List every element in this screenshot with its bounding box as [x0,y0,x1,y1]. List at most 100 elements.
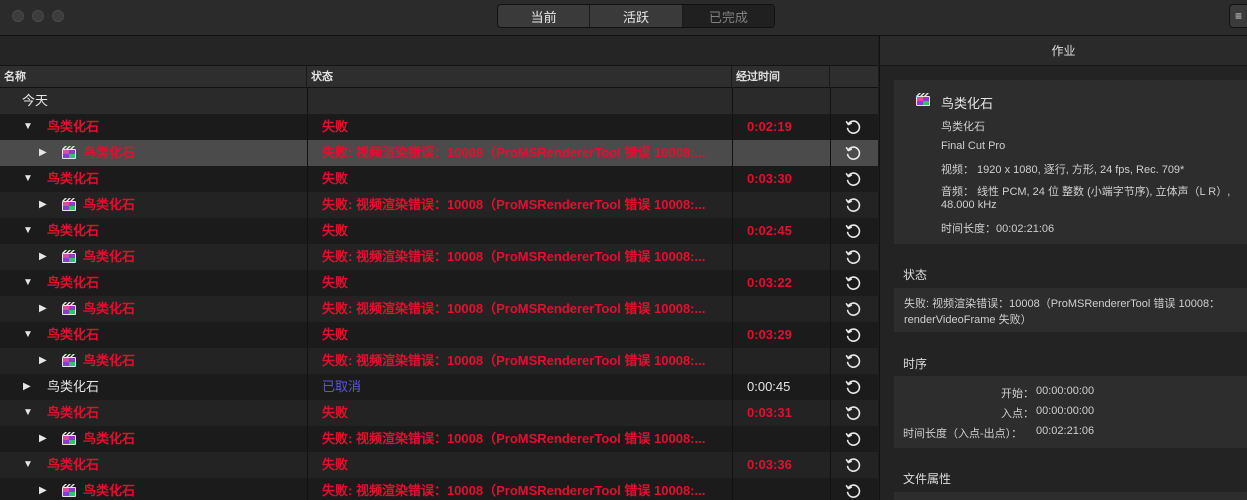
disclosure-collapsed-icon[interactable]: ▶ [23,374,31,400]
job-info-card: 鸟类化石 鸟类化石 Final Cut Pro 视频： 1920 x 1080,… [894,80,1247,244]
close-window-button[interactable] [12,10,24,22]
disclosure-expanded-icon[interactable]: ▼ [23,452,33,478]
minimize-window-button[interactable] [32,10,44,22]
job-row[interactable]: ▼ 鸟类化石 失败 0:02:45 [0,218,878,244]
group-row-today: 今天 [0,88,878,114]
job-row[interactable]: ▼ 鸟类化石 失败 0:02:19 [0,114,878,140]
disclosure-expanded-icon[interactable]: ▼ [23,218,33,244]
job-status: 失败: 视频渲染错误：10008（ProMSRendererTool 错误 10… [322,483,706,498]
inspector-pane: 作业 鸟类化石 鸟类化石 Final Cut Pro 视频： 1920 x 10… [879,36,1247,500]
retry-icon[interactable] [845,223,861,239]
list-toolbar [0,36,878,66]
job-row[interactable]: ▼ 鸟类化石 失败 0:03:22 [0,270,878,296]
job-subtitle: 鸟类化石 [941,121,985,133]
retry-icon[interactable] [845,197,861,213]
disclosure-expanded-icon[interactable]: ▼ [23,270,33,296]
job-name: 鸟类化石 [47,457,100,472]
job-row[interactable]: ▼ 鸟类化石 失败 0:03:29 [0,322,878,348]
retry-icon[interactable] [845,457,861,473]
final-cut-icon [62,250,76,263]
tab-completed[interactable]: 已完成 [682,5,774,27]
retry-icon[interactable] [845,327,861,343]
job-name: 鸟类化石 [83,483,136,498]
column-header-status[interactable]: 状态 [307,66,732,88]
job-status: 失败 [322,405,349,420]
job-detail-row[interactable]: ▶ 鸟类化石 失败: 视频渲染错误：10008（ProMSRendererTool … [0,296,878,322]
retry-icon[interactable] [845,275,861,291]
status-line-2: renderVideoFrame 失败） [904,314,1032,326]
job-row[interactable]: ▼ 鸟类化石 失败 0:03:36 [0,452,878,478]
job-status: 失败 [322,223,349,238]
job-row[interactable]: ▼ 鸟类化石 失败 0:03:30 [0,166,878,192]
retry-icon[interactable] [845,301,861,317]
job-detail-row[interactable]: ▶ 鸟类化石 失败: 视频渲染错误：10008（ProMSRendererTool … [0,426,878,452]
job-detail-row[interactable]: ▶ 鸟类化石 失败: 视频渲染错误：10008（ProMSRendererTool … [0,478,878,500]
final-cut-icon [916,93,930,106]
job-status: 失败 [322,119,349,134]
timing-in-value: 00:00:00:00 [1036,405,1095,417]
job-status: 失败 [322,457,349,472]
final-cut-icon [62,302,76,315]
job-detail-row[interactable]: ▶ 鸟类化石 失败: 视频渲染错误：10008（ProMSRendererTool … [0,348,878,374]
timing-section-title: 时序 [903,357,928,371]
job-name: 鸟类化石 [47,275,100,290]
disclosure-expanded-icon[interactable]: ▼ [23,322,33,348]
retry-icon[interactable] [845,119,861,135]
column-header-elapsed[interactable]: 经过时间 [732,66,830,88]
timing-start-label: 开始： [1001,388,1034,400]
job-detail-row[interactable]: ▶ 鸟类化石 失败: 视频渲染错误：10008（ProMSRendererTool … [0,140,878,166]
job-detail-row[interactable]: ▶ 鸟类化石 失败: 视频渲染错误：10008（ProMSRendererTool … [0,192,878,218]
job-status: 失败 [322,327,349,342]
job-name: 鸟类化石 [47,119,100,134]
job-video-info: 视频： 1920 x 1080, 逐行, 方形, 24 fps, Rec. 70… [941,164,1185,176]
disclosure-collapsed-icon[interactable]: ▶ [39,192,47,218]
retry-icon[interactable] [845,171,861,187]
disclosure-expanded-icon[interactable]: ▼ [23,114,33,140]
job-app: Final Cut Pro [941,140,1006,152]
job-status: 失败: 视频渲染错误：10008（ProMSRendererTool 错误 10… [322,197,706,212]
disclosure-expanded-icon[interactable]: ▼ [23,400,33,426]
timing-in-label: 入点： [1001,408,1034,420]
job-row[interactable]: ▼ 鸟类化石 失败 0:03:31 [0,400,878,426]
job-table-body: 今天 ▼ 鸟类化石 失败 0:02:19 ▶ 鸟类化石 失败: 视频渲染错误：10008（P… [0,88,878,500]
zoom-window-button[interactable] [52,10,64,22]
retry-icon[interactable] [845,431,861,447]
column-header-name[interactable]: 名称 [0,66,307,88]
job-name: 鸟类化石 [47,171,100,186]
retry-icon[interactable] [845,249,861,265]
status-line-1: 失败: 视频渲染错误：10008（ProMSRendererTool 错误 10… [904,298,1221,310]
retry-icon[interactable] [845,353,861,369]
disclosure-expanded-icon[interactable]: ▼ [23,166,33,192]
job-name: 鸟类化石 [83,197,136,212]
retry-icon[interactable] [845,145,861,161]
disclosure-collapsed-icon[interactable]: ▶ [39,478,47,500]
job-elapsed-time: 0:03:30 [747,171,792,186]
job-elapsed-time: 0:03:22 [747,275,792,290]
retry-icon[interactable] [845,483,861,499]
file-properties-card [894,492,1247,500]
final-cut-icon [62,354,76,367]
disclosure-collapsed-icon[interactable]: ▶ [39,296,47,322]
job-detail-row[interactable]: ▶ 鸟类化石 失败: 视频渲染错误：10008（ProMSRendererTool … [0,244,878,270]
sidebar-toggle-button[interactable]: ≡ [1229,4,1247,28]
job-title: 鸟类化石 [941,96,994,111]
view-segmented-control: 当前 活跃 已完成 [497,4,775,28]
disclosure-collapsed-icon[interactable]: ▶ [39,426,47,452]
job-elapsed-time: 0:00:45 [747,379,791,394]
job-elapsed-time: 0:02:45 [747,223,792,238]
group-label: 今天 [22,93,49,108]
job-list-pane: 名称 状态 经过时间 今天 ▼ 鸟类化石 失败 0:02:19 ▶ 鸟类化石 失败: 视频渲… [0,36,878,500]
disclosure-collapsed-icon[interactable]: ▶ [39,244,47,270]
job-status: 失败: 视频渲染错误：10008（ProMSRendererTool 错误 10… [322,353,706,368]
tab-current[interactable]: 当前 [498,5,591,27]
job-row[interactable]: ▶ 鸟类化石 已取消 0:00:45 [0,374,878,400]
disclosure-collapsed-icon[interactable]: ▶ [39,348,47,374]
tab-active[interactable]: 活跃 [590,5,683,27]
job-status: 失败 [322,171,349,186]
job-audio-info: 音频： 线性 PCM, 24 位 整数 (小端字节序), 立体声（L R）, [941,186,1231,198]
job-status: 已取消 [322,379,362,394]
retry-icon[interactable] [845,379,861,395]
disclosure-collapsed-icon[interactable]: ▶ [39,140,47,166]
job-name: 鸟类化石 [47,405,100,420]
retry-icon[interactable] [845,405,861,421]
